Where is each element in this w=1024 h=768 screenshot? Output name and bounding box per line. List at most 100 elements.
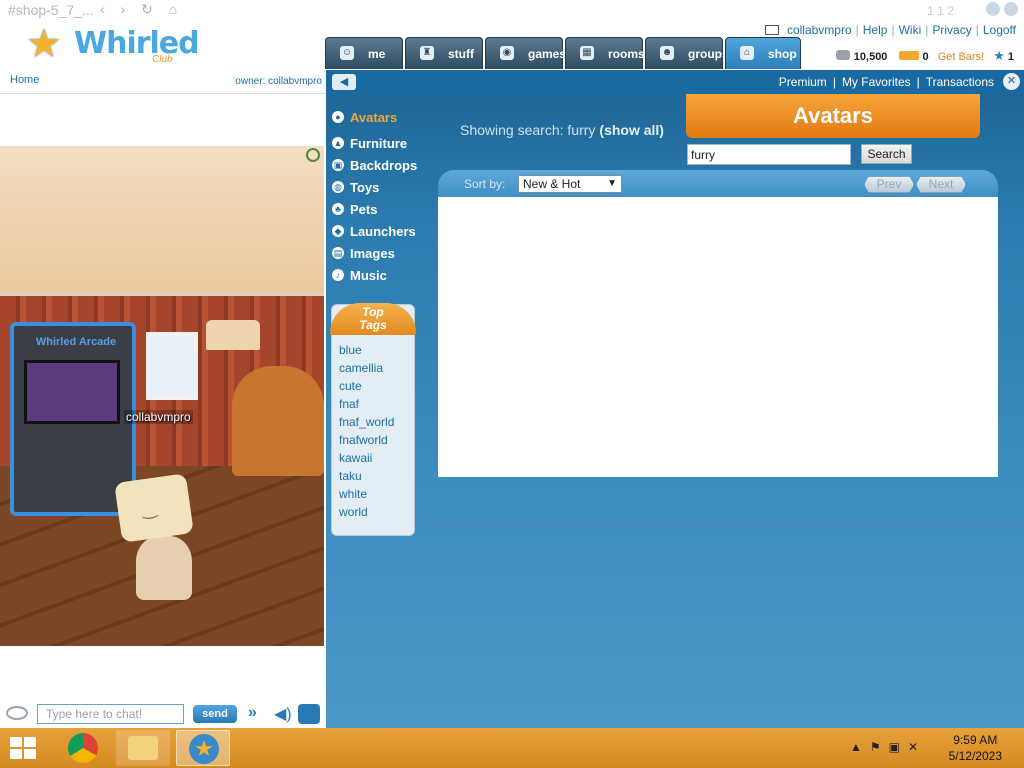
logo-word: Whirled [74, 26, 200, 61]
lamp-avatar-base [136, 536, 192, 600]
wiki-link[interactable]: Wiki [899, 23, 922, 37]
smile-icon: ‿ [140, 497, 158, 520]
chat-input[interactable] [37, 704, 184, 724]
browser-titlebar: #shop-5_7_... ‹ › ↻ ⌂ 1 1 2 [0, 0, 1024, 20]
player-name-label[interactable]: collabvmpro [124, 410, 193, 424]
volume-icon[interactable]: ◀) [274, 704, 292, 724]
close-icon[interactable]: ✕ [1003, 73, 1020, 90]
pet-icon: ♣ [332, 203, 344, 215]
chat-bubble-icon[interactable] [6, 706, 28, 720]
tag-link[interactable]: fnaf [339, 395, 394, 413]
coins-count: 10,500 [853, 51, 888, 63]
tag-link[interactable]: world [339, 503, 394, 521]
browser-nav-icons[interactable]: ‹ › ↻ ⌂ [100, 1, 183, 18]
search-status: Showing search: furry (show all) [460, 122, 664, 138]
tab-shop[interactable]: ⌂ shop [725, 37, 801, 69]
tag-link[interactable]: fnaf_world [339, 413, 394, 431]
floor-lamp[interactable] [206, 320, 260, 350]
invader-icon: ◉ [500, 46, 514, 60]
maximize-icon[interactable] [1004, 2, 1018, 16]
taskbar-whirled[interactable]: ★ [176, 730, 230, 766]
top-tags-header: Top Tags [330, 303, 416, 335]
room-view[interactable]: Whirled Arcade ‿ collabvmpro [0, 146, 324, 646]
chat-history-icon[interactable] [298, 704, 320, 724]
stars-count: 1 [1007, 51, 1014, 63]
tag-link[interactable]: white [339, 485, 394, 503]
tab-groups[interactable]: ☻ groups [645, 37, 729, 69]
back-arrow-icon[interactable]: ◀ [332, 74, 356, 90]
star-logo-icon: ★ [26, 22, 62, 66]
search-status-text: Showing search: furry [460, 122, 596, 138]
double-chevron-icon[interactable]: » [248, 704, 257, 722]
shop-subnav: ◀ Premium | My Favorites | Transactions ✕ [326, 70, 1024, 94]
currency-row: 10,500 0 Get Bars! ★ 1 [835, 48, 1014, 64]
sort-label: Sort by: [464, 177, 506, 191]
system-tray[interactable]: ▲⚑▣✕ [850, 740, 926, 754]
logoff-link[interactable]: Logoff [983, 23, 1016, 37]
home-link[interactable]: Home [10, 74, 39, 86]
taskbar-clock[interactable]: 9:59 AM 5/12/2023 [949, 732, 1002, 764]
avatar-icon: ● [332, 111, 344, 123]
my-favorites-link[interactable]: My Favorites [842, 75, 911, 89]
search-button[interactable]: Search [861, 144, 912, 164]
tag-link[interactable]: cute [339, 377, 394, 395]
tab-rooms[interactable]: ▦ rooms [565, 37, 645, 69]
page-title: #shop-5_7_... [8, 2, 94, 18]
tag-link[interactable]: fnafworld [339, 431, 394, 449]
player-avatar[interactable]: ‿ [114, 473, 194, 543]
dropdown-arrow-icon: ▼ [607, 178, 617, 189]
tab-games[interactable]: ◉ games [485, 37, 566, 69]
taskbar-file-explorer[interactable] [116, 730, 170, 766]
chat-bar: send » ◀) [0, 700, 326, 728]
next-button[interactable]: Next [916, 176, 966, 193]
backdrop-icon: ▣ [332, 159, 344, 171]
tag-link[interactable]: kawaii [339, 449, 394, 467]
tab-stuff[interactable]: ♜ stuff [405, 37, 483, 69]
image-icon: ▤ [332, 247, 344, 259]
get-bars-link[interactable]: Get Bars! [938, 51, 984, 63]
sort-select[interactable]: New & Hot ▼ [518, 175, 622, 193]
room-owner[interactable]: owner: collabvmpro [235, 76, 322, 87]
privacy-link[interactable]: Privacy [932, 23, 971, 37]
minimize-icon[interactable] [986, 2, 1000, 16]
star-icon: ★ [993, 48, 1005, 63]
user-link[interactable]: collabvmpro [787, 23, 852, 37]
mail-icon[interactable] [764, 25, 779, 35]
music-icon: ♪ [332, 269, 344, 281]
help-link[interactable]: Help [863, 23, 888, 37]
logo-club: Club [152, 54, 173, 65]
whirled-star-icon: ★ [189, 734, 219, 764]
room-window [146, 332, 198, 400]
whirled-logo[interactable]: ★ Whirled Club [26, 22, 200, 68]
room-wall [0, 146, 324, 296]
top-tags-box: Top Tags blue camellia cute fnaf fnaf_wor… [330, 303, 416, 536]
shop-panel: ● Avatars ▲ Furniture ▣ Backdrops ◍ Toys ♣ Pe… [326, 94, 1024, 728]
tag-link[interactable]: blue [339, 341, 394, 359]
furniture-icon: ▲ [332, 137, 344, 149]
prev-button[interactable]: Prev [864, 176, 914, 193]
zoom-icon[interactable] [306, 148, 320, 162]
launcher-icon: ◆ [332, 225, 344, 237]
shop-icon: ⌂ [740, 46, 754, 60]
chrome-icon [68, 733, 98, 763]
transactions-link[interactable]: Transactions [926, 75, 994, 89]
room-header: Home owner: collabvmpro [0, 70, 326, 94]
header-links: collabvmpro | Help | Wiki | Privacy | Logoff [764, 23, 1016, 37]
windows-start-icon[interactable] [10, 737, 38, 761]
armchair[interactable] [232, 366, 324, 476]
send-button[interactable]: send [193, 705, 237, 723]
show-all-link[interactable]: (show all) [599, 122, 664, 138]
people-icon: ☻ [660, 46, 674, 60]
taskbar-chrome[interactable] [56, 730, 110, 766]
tag-link[interactable]: camellia [339, 359, 394, 377]
toy-icon: ◍ [332, 181, 344, 193]
bars-count: 0 [922, 51, 929, 63]
arcade-screen [24, 360, 120, 424]
premium-link[interactable]: Premium [779, 75, 827, 89]
sort-value: New & Hot [523, 177, 581, 191]
face-icon: ☺ [340, 46, 354, 60]
search-input[interactable] [687, 144, 851, 165]
tab-me[interactable]: ☺ me [325, 37, 403, 69]
tag-link[interactable]: taku [339, 467, 394, 485]
window-buttons[interactable] [982, 2, 1018, 19]
